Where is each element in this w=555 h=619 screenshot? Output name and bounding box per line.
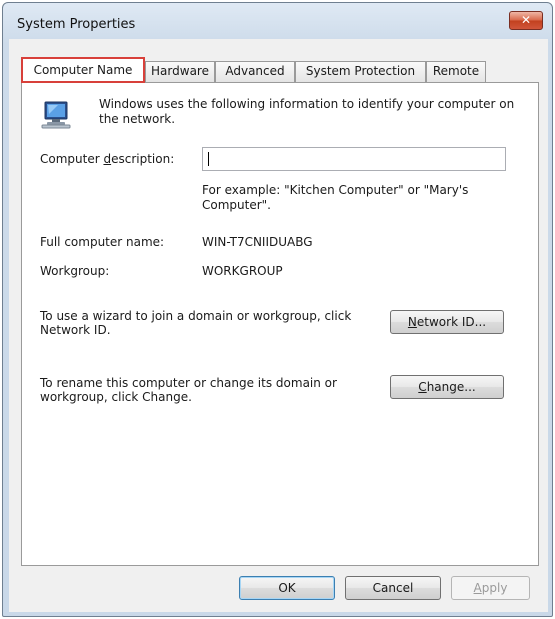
tab-hardware[interactable]: Hardware [145, 61, 215, 82]
close-icon: ✕ [520, 13, 532, 27]
workgroup-value: WORKGROUP [202, 264, 283, 278]
tab-strip: Computer Name Hardware Advanced System P… [21, 57, 521, 83]
intro-text: Windows uses the following information t… [99, 97, 515, 126]
text-caret [208, 152, 209, 166]
full-computer-name-value: WIN-T7CNIIDUABG [202, 235, 313, 249]
computer-description-label: Computer description: [40, 152, 175, 166]
tab-advanced[interactable]: Advanced [215, 61, 295, 82]
cancel-button[interactable]: Cancel [345, 576, 441, 600]
window-title: System Properties [17, 17, 136, 32]
system-properties-window: System Properties ✕ Computer Name Hardwa… [2, 2, 553, 617]
example-text: For example: "Kitchen Computer" or "Mary… [202, 183, 469, 212]
change-button[interactable]: Change... [390, 375, 504, 399]
network-id-instructions: To use a wizard to join a domain or work… [40, 309, 352, 337]
network-id-button[interactable]: Network ID... [390, 310, 504, 334]
rename-instructions: To rename this computer or change its do… [40, 376, 337, 404]
close-button[interactable]: ✕ [509, 11, 543, 30]
dialog-client-area: Computer Name Hardware Advanced System P… [9, 39, 548, 612]
computer-name-panel: Windows uses the following information t… [21, 82, 539, 566]
apply-button[interactable]: Apply [451, 576, 530, 600]
tab-remote[interactable]: Remote [426, 61, 486, 82]
full-computer-name-label: Full computer name: [40, 235, 165, 249]
ok-button[interactable]: OK [239, 576, 335, 600]
tab-computer-name[interactable]: Computer Name [21, 57, 145, 83]
computer-icon [41, 101, 71, 129]
computer-description-input[interactable] [202, 147, 506, 171]
tab-system-protection[interactable]: System Protection [295, 61, 426, 82]
workgroup-label: Workgroup: [40, 264, 110, 278]
